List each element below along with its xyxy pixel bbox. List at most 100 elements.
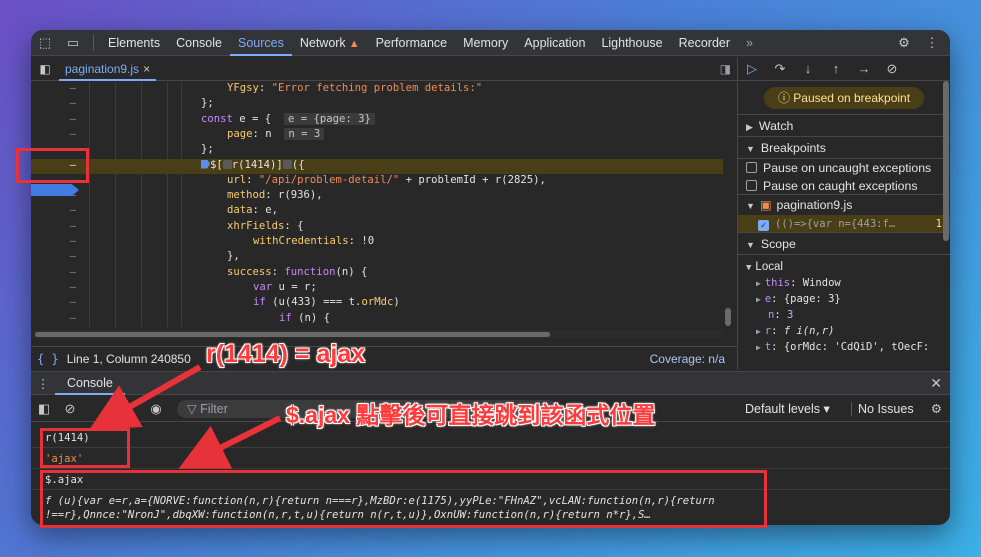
tab-network[interactable]: Network ▲ [292,30,368,56]
chevron-right-icon: ▶ [756,327,761,336]
line-number[interactable]: – [63,97,83,109]
chevron-down-icon: ▼ [746,201,755,211]
watch-label: Watch [758,119,794,133]
editor-horizontal-scrollbar[interactable] [31,330,723,338]
device-toolbar-icon[interactable]: ▭ [59,30,87,56]
line-number[interactable]: – [63,113,83,125]
scope-value: {page: 3} [783,293,841,305]
line-number[interactable]: – [63,82,83,94]
pause-caught-checkbox[interactable] [746,180,757,191]
inline-breakpoint-icon[interactable] [222,159,232,169]
code-token: function [284,265,336,278]
tab-performance[interactable]: Performance [368,30,456,56]
file-tab-label: pagination9.js [65,61,140,76]
scope-variable[interactable]: ▶ this: Window [738,275,950,291]
breakpoint-entry[interactable]: ✓ (()=>{var n={443:f… 1 [738,215,950,233]
pause-uncaught-checkbox-row[interactable]: Pause on uncaught exceptions [738,159,950,177]
breakpoints-label: Breakpoints [760,141,826,155]
context-selector[interactable]: ▾ [83,401,143,417]
console-settings-gear-icon[interactable]: ⚙ [931,401,942,416]
breakpoints-section-header[interactable]: ▼ Breakpoints [738,137,950,159]
pretty-print-icon[interactable]: { } [37,352,59,366]
code-token: url [227,173,247,186]
scope-variable[interactable]: ▶ r: f i(n,r) [738,323,950,339]
code-line: – if (u(433) === t.orMdc) [31,296,723,311]
scope-section-header[interactable]: ▼ Scope [738,233,950,255]
tab-application[interactable]: Application [516,30,593,56]
code-token: r(1414) [231,158,277,171]
drawer-tab-bar: ⋮ Console ✕ [31,371,950,395]
step-into-icon[interactable]: ↓ [794,61,822,76]
coverage-status[interactable]: Coverage: n/a [650,352,725,366]
scope-local-header[interactable]: ▼ Local [738,259,950,275]
drawer-tab-console[interactable]: Console [55,371,125,395]
toggle-debugger-sidebar-icon[interactable]: ◨ [720,62,731,76]
step-out-icon[interactable]: ↑ [822,61,850,76]
inspect-element-icon[interactable]: ⬚ [31,30,59,56]
line-number[interactable]: – [63,204,83,216]
step-over-icon[interactable]: ↷ [766,61,794,77]
code-editor[interactable]: – YFgsy: "Error fetching problem details… [31,82,723,327]
line-number[interactable]: – [63,235,83,247]
paused-label: Paused on breakpoint [793,91,911,105]
code-line: – }; [31,143,723,158]
issues-indicator[interactable]: No Issues [851,401,914,416]
step-icon[interactable]: → [850,61,878,76]
toggle-sidebar-icon[interactable]: ◧ [31,401,57,417]
inline-breakpoint-icon[interactable] [282,159,292,169]
execution-pointer-marker [31,184,79,196]
close-icon[interactable]: × [143,62,150,76]
line-number[interactable]: – [63,281,83,293]
code-line: – page: n n = 3 [31,127,723,143]
code-token: : r(936), [265,189,323,202]
clear-console-icon[interactable]: ⊘ [57,401,83,417]
editor-vertical-scrollbar[interactable] [725,308,731,326]
chevron-right-icon: ▶ [756,295,761,304]
chevron-right-icon: ▶ [756,279,761,288]
scope-variable[interactable]: n: 3 [738,307,950,323]
tab-lighthouse[interactable]: Lighthouse [593,30,670,56]
close-drawer-icon[interactable]: ✕ [930,375,942,392]
resume-icon[interactable]: ▷ [738,61,766,77]
toggle-navigator-icon[interactable]: ◧ [31,62,59,76]
file-tab-pagination9[interactable]: pagination9.js × [59,57,157,81]
more-tabs-icon[interactable]: » [738,30,761,56]
tab-elements[interactable]: Elements [100,30,168,56]
line-number[interactable]: – [63,266,83,278]
scope-variable[interactable]: ▶ t: {orMdc: 'CdQiD', tOecF: [738,339,950,355]
deactivate-breakpoints-icon[interactable]: ⊘ [878,61,906,77]
settings-gear-icon[interactable]: ⚙ [890,30,918,56]
console-input-line[interactable]: › r(1414) [31,428,950,448]
log-levels-dropdown[interactable]: Default levels ▾ [745,401,830,416]
line-number[interactable]: – [63,128,83,140]
watch-section-header[interactable]: ▶ Watch [738,115,950,137]
breakpoint-enabled-checkbox[interactable]: ✓ [758,220,769,231]
sidebar-scrollbar[interactable] [943,81,949,241]
code-token: ] [276,158,283,171]
breakpoint-file-row[interactable]: ▼ ▣ pagination9.js [738,195,950,215]
pause-uncaught-checkbox[interactable] [746,162,757,173]
code-token: if [253,296,266,309]
scope-variable[interactable]: ▶ e: {page: 3} [738,291,950,307]
code-token: withCredentials [253,235,349,247]
local-label: Local [755,261,783,273]
code-token: ) [393,296,400,309]
scrollbar-thumb[interactable] [35,332,550,337]
more-options-icon[interactable]: ⋮ [918,30,946,56]
tab-recorder[interactable]: Recorder [671,30,738,56]
line-number[interactable]: – [63,312,83,324]
drawer-menu-icon[interactable]: ⋮ [31,376,55,391]
code-token: data [227,204,253,217]
tab-memory[interactable]: Memory [455,30,516,56]
tab-sources[interactable]: Sources [229,30,292,56]
line-number[interactable]: – [63,250,83,262]
breakpoint-marker-icon[interactable] [201,159,210,169]
pause-caught-checkbox-row[interactable]: Pause on caught exceptions [738,177,950,195]
line-number[interactable]: – [63,296,83,308]
tab-console[interactable]: Console [168,30,230,56]
live-expression-eye-icon[interactable]: ◉ [143,401,169,417]
code-token: }; [201,143,214,156]
line-number[interactable]: – [63,220,83,232]
divider [93,34,94,51]
console-output-line[interactable]: ‹'ajax' [31,449,950,469]
